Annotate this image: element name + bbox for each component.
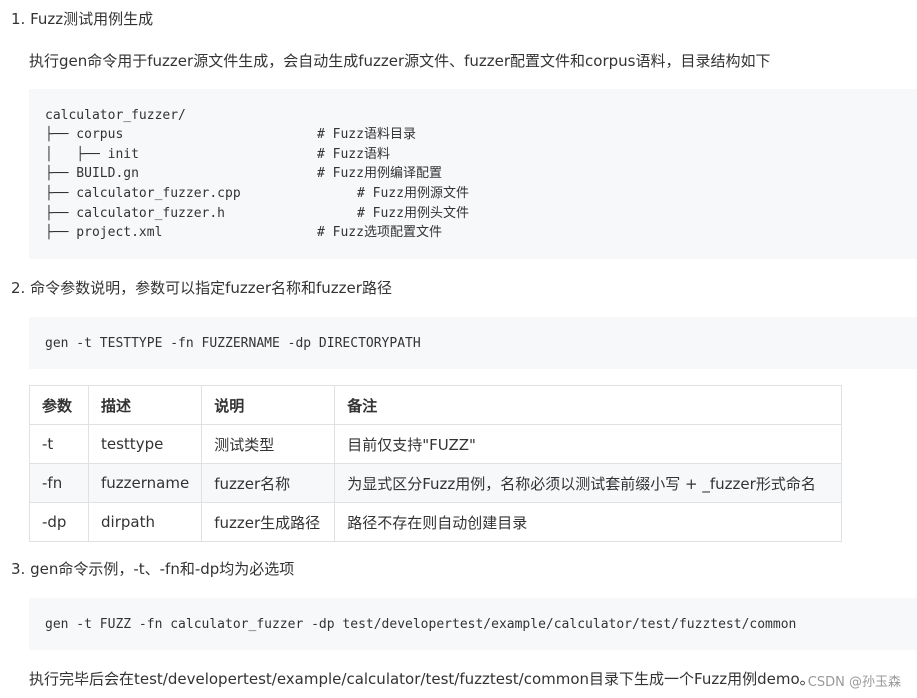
tree-line: ├── calculator_fuzzer.h bbox=[45, 206, 226, 221]
table-cell: -dp bbox=[29, 502, 89, 542]
tree-root: calculator_fuzzer/ bbox=[45, 108, 186, 123]
command-example-codeblock: gen -t FUZZ -fn calculator_fuzzer -dp te… bbox=[29, 598, 917, 650]
command-syntax-codeblock: gen -t TESTTYPE -fn FUZZERNAME -dp DIREC… bbox=[29, 317, 917, 369]
directory-tree-codeblock: calculator_fuzzer/ ├── corpus # Fuzz语料目录… bbox=[29, 89, 917, 259]
command-syntax: gen -t TESTTYPE -fn FUZZERNAME -dp DIREC… bbox=[45, 336, 421, 351]
table-cell: fuzzer生成路径 bbox=[201, 502, 336, 542]
table-cell: 目前仅支持"FUZZ" bbox=[334, 424, 842, 464]
table-cell: 为显式区分Fuzz用例，名称必须以测试套前缀小写 + _fuzzer形式命名 bbox=[334, 463, 842, 503]
table-row: -t testtype 测试类型 目前仅支持"FUZZ" bbox=[29, 424, 842, 464]
command-example: gen -t FUZZ -fn calculator_fuzzer -dp te… bbox=[45, 617, 797, 632]
section-2-heading: 2. 命令参数说明，参数可以指定fuzzer名称和fuzzer路径 bbox=[11, 279, 392, 297]
params-table: 参数 描述 说明 备注 -t testtype 测试类型 目前仅支持"FUZZ"… bbox=[29, 385, 842, 542]
tree-comment: # Fuzz用例编译配置 bbox=[317, 166, 442, 181]
csdn-watermark: CSDN @孙玉森 bbox=[807, 675, 901, 690]
table-cell: -fn bbox=[29, 463, 89, 503]
tree-line: ├── corpus bbox=[45, 127, 124, 142]
result-paragraph: 执行完毕后会在test/developertest/example/calcul… bbox=[29, 670, 815, 688]
table-row: -dp dirpath fuzzer生成路径 路径不存在则自动创建目录 bbox=[29, 502, 842, 542]
tree-line: ├── project.xml bbox=[45, 225, 163, 240]
table-cell: testtype bbox=[87, 424, 203, 464]
table-row: -fn fuzzername fuzzer名称 为显式区分Fuzz用例，名称必须… bbox=[29, 463, 842, 503]
table-cell: dirpath bbox=[87, 502, 203, 542]
table-cell: 测试类型 bbox=[201, 424, 336, 464]
table-cell: 路径不存在则自动创建目录 bbox=[334, 502, 842, 542]
table-cell: fuzzer名称 bbox=[201, 463, 336, 503]
tree-comment: # Fuzz选项配置文件 bbox=[317, 225, 442, 240]
tree-line: ├── BUILD.gn bbox=[45, 166, 139, 181]
table-header: 描述 bbox=[87, 385, 203, 425]
table-header: 备注 bbox=[334, 385, 842, 425]
tree-comment: # Fuzz语料目录 bbox=[317, 127, 416, 142]
tree-line: │ ├── init bbox=[45, 147, 139, 162]
table-cell: fuzzername bbox=[87, 463, 203, 503]
section-3-heading: 3. gen命令示例，-t、-fn和-dp均为必选项 bbox=[11, 560, 295, 578]
tree-comment: # Fuzz用例源文件 bbox=[357, 186, 469, 201]
tree-line: ├── calculator_fuzzer.cpp bbox=[45, 186, 241, 201]
table-header: 说明 bbox=[201, 385, 336, 425]
table-header-row: 参数 描述 说明 备注 bbox=[29, 385, 842, 425]
tree-comment: # Fuzz语料 bbox=[317, 147, 390, 162]
section-1-paragraph: 执行gen命令用于fuzzer源文件生成，会自动生成fuzzer源文件、fuzz… bbox=[29, 52, 771, 70]
tree-comment: # Fuzz用例头文件 bbox=[357, 206, 469, 221]
table-header: 参数 bbox=[29, 385, 89, 425]
table-cell: -t bbox=[29, 424, 89, 464]
section-1-heading: 1. Fuzz测试用例生成 bbox=[11, 10, 154, 28]
